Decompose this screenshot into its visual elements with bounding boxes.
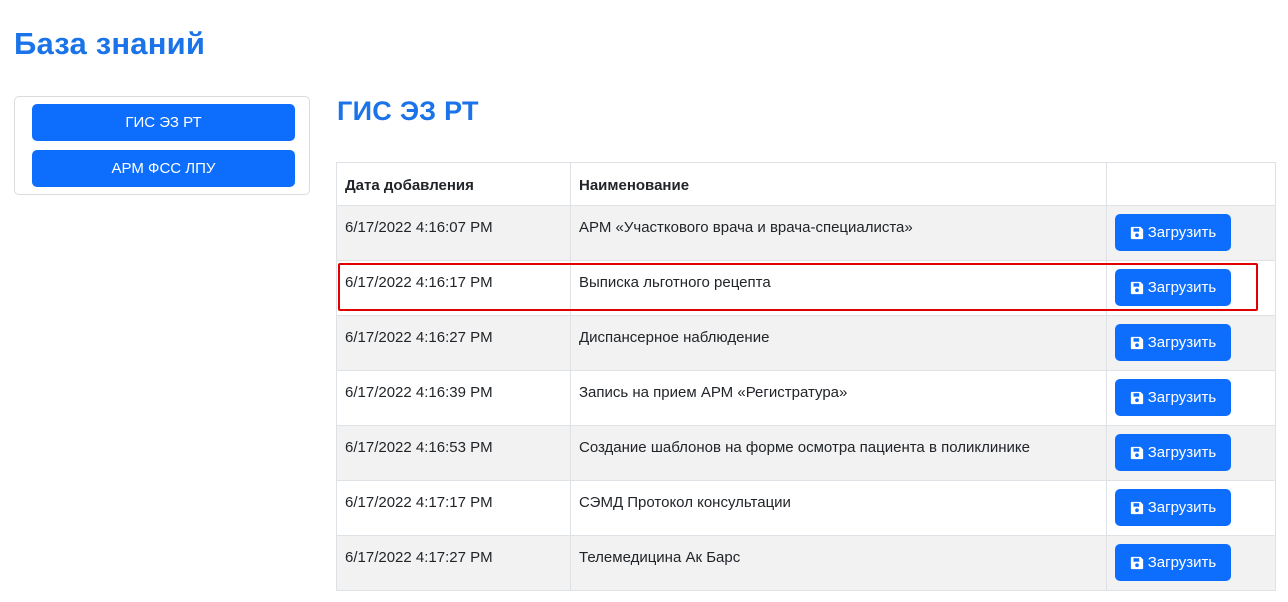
- table-header-row: Дата добавления Наименование: [336, 162, 1276, 206]
- row-date: 6/17/2022 4:16:53 PM: [336, 425, 571, 481]
- download-button[interactable]: Загрузить: [1115, 434, 1231, 471]
- download-button-label: Загрузить: [1147, 389, 1217, 406]
- table-row: 6/17/2022 4:16:07 PM АРМ «Участкового вра…: [336, 205, 1276, 261]
- row-action-cell: Загрузить: [1106, 205, 1276, 261]
- sidebar: ГИС ЭЗ РТ АРМ ФСС ЛПУ: [14, 96, 310, 195]
- table-row: 6/17/2022 4:16:53 PM Создание шаблонов на…: [336, 425, 1276, 481]
- save-icon: [1130, 501, 1144, 515]
- row-name: Диспансерное наблюдение: [570, 315, 1107, 371]
- row-action-cell: Загрузить: [1106, 315, 1276, 371]
- table-row: 6/17/2022 4:16:39 PM Запись на прием АРМ …: [336, 370, 1276, 426]
- row-name: СЭМД Протокол консультации: [570, 480, 1107, 536]
- download-button-label: Загрузить: [1147, 334, 1217, 351]
- row-name: АРМ «Участкового врача и врача-специалис…: [570, 205, 1107, 261]
- row-date: 6/17/2022 4:16:39 PM: [336, 370, 571, 426]
- row-action-cell: Загрузить: [1106, 480, 1276, 536]
- column-header-date: Дата добавления: [336, 162, 571, 206]
- table-row: 6/17/2022 4:16:27 PM Диспансерное наблюде…: [336, 315, 1276, 371]
- download-button[interactable]: Загрузить: [1115, 214, 1231, 251]
- download-button-label: Загрузить: [1147, 554, 1217, 571]
- row-action-cell: Загрузить: [1106, 260, 1276, 316]
- documents-table: Дата добавления Наименование 6/17/2022 4…: [336, 162, 1276, 591]
- row-date: 6/17/2022 4:16:07 PM: [336, 205, 571, 261]
- save-icon: [1130, 446, 1144, 460]
- column-header-action: [1106, 162, 1276, 206]
- page-title: База знаний: [14, 26, 206, 61]
- download-button[interactable]: Загрузить: [1115, 379, 1231, 416]
- row-name: Выписка льготного рецепта: [570, 260, 1107, 316]
- table-row: 6/17/2022 4:16:17 PM Выписка льготного ре…: [336, 260, 1276, 316]
- download-button[interactable]: Загрузить: [1115, 269, 1231, 306]
- table-row: 6/17/2022 4:17:27 PM Телемедицина Ак Барс…: [336, 535, 1276, 591]
- download-button-label: Загрузить: [1147, 279, 1217, 296]
- save-icon: [1130, 226, 1144, 240]
- row-date: 6/17/2022 4:16:17 PM: [336, 260, 571, 316]
- row-date: 6/17/2022 4:17:17 PM: [336, 480, 571, 536]
- row-name: Телемедицина Ак Барс: [570, 535, 1107, 591]
- download-button-label: Загрузить: [1147, 444, 1217, 461]
- row-action-cell: Загрузить: [1106, 425, 1276, 481]
- row-date: 6/17/2022 4:17:27 PM: [336, 535, 571, 591]
- download-button[interactable]: Загрузить: [1115, 544, 1231, 581]
- table-row: 6/17/2022 4:17:17 PM СЭМД Протокол консул…: [336, 480, 1276, 536]
- sidebar-item-arm-fss-lpu[interactable]: АРМ ФСС ЛПУ: [32, 150, 295, 187]
- save-icon: [1130, 281, 1144, 295]
- download-button-label: Загрузить: [1147, 224, 1217, 241]
- table-body: 6/17/2022 4:16:07 PM АРМ «Участкового вра…: [336, 205, 1276, 591]
- section-title: ГИС ЭЗ РТ: [337, 96, 479, 126]
- column-header-name: Наименование: [570, 162, 1107, 206]
- row-name: Создание шаблонов на форме осмотра пацие…: [570, 425, 1107, 481]
- row-date: 6/17/2022 4:16:27 PM: [336, 315, 571, 371]
- save-icon: [1130, 391, 1144, 405]
- row-name: Запись на прием АРМ «Регистратура»: [570, 370, 1107, 426]
- save-icon: [1130, 556, 1144, 570]
- row-action-cell: Загрузить: [1106, 535, 1276, 591]
- download-button[interactable]: Загрузить: [1115, 489, 1231, 526]
- download-button-label: Загрузить: [1147, 499, 1217, 516]
- sidebar-item-gis-ez-rt[interactable]: ГИС ЭЗ РТ: [32, 104, 295, 141]
- download-button[interactable]: Загрузить: [1115, 324, 1231, 361]
- row-action-cell: Загрузить: [1106, 370, 1276, 426]
- save-icon: [1130, 336, 1144, 350]
